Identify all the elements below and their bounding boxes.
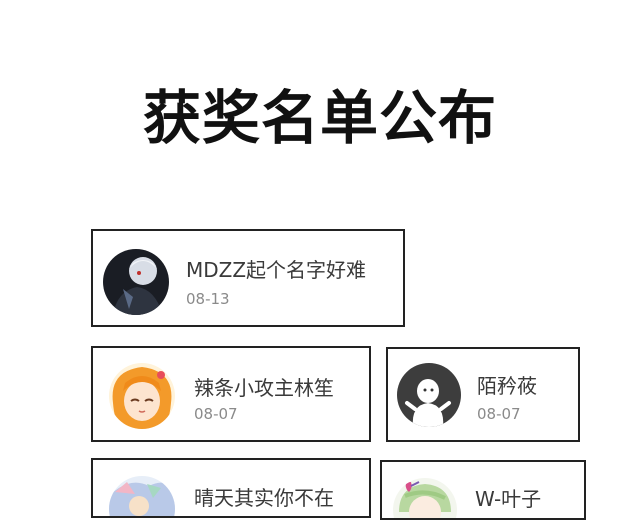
winner-name: W-叶子 bbox=[475, 487, 542, 511]
colorful-anime-avatar bbox=[109, 476, 175, 516]
page-title: 获奖名单公布 bbox=[142, 84, 497, 152]
winner-card[interactable]: 辣条小攻主林笙 08-07 bbox=[91, 346, 371, 442]
winner-name: 晴天其实你不在 bbox=[194, 486, 334, 510]
default-ghost-avatar bbox=[397, 363, 461, 427]
winner-card[interactable]: 晴天其实你不在 bbox=[91, 458, 371, 518]
green-hair-anime-avatar bbox=[393, 478, 457, 518]
winner-name: 陌矜莜 bbox=[477, 374, 537, 398]
winner-card[interactable]: W-叶子 bbox=[380, 460, 586, 520]
winner-date: 08-07 bbox=[477, 405, 521, 423]
winner-name: MDZZ起个名字好难 bbox=[186, 258, 367, 282]
orange-hair-anime-girl-avatar bbox=[109, 363, 175, 429]
winner-date: 08-07 bbox=[194, 405, 238, 423]
dark-anime-character-avatar bbox=[103, 249, 169, 315]
winner-card[interactable]: MDZZ起个名字好难 08-13 bbox=[91, 229, 405, 327]
winner-card[interactable]: 陌矜莜 08-07 bbox=[386, 347, 580, 442]
winner-date: 08-13 bbox=[186, 290, 230, 308]
winner-name: 辣条小攻主林笙 bbox=[194, 376, 334, 400]
